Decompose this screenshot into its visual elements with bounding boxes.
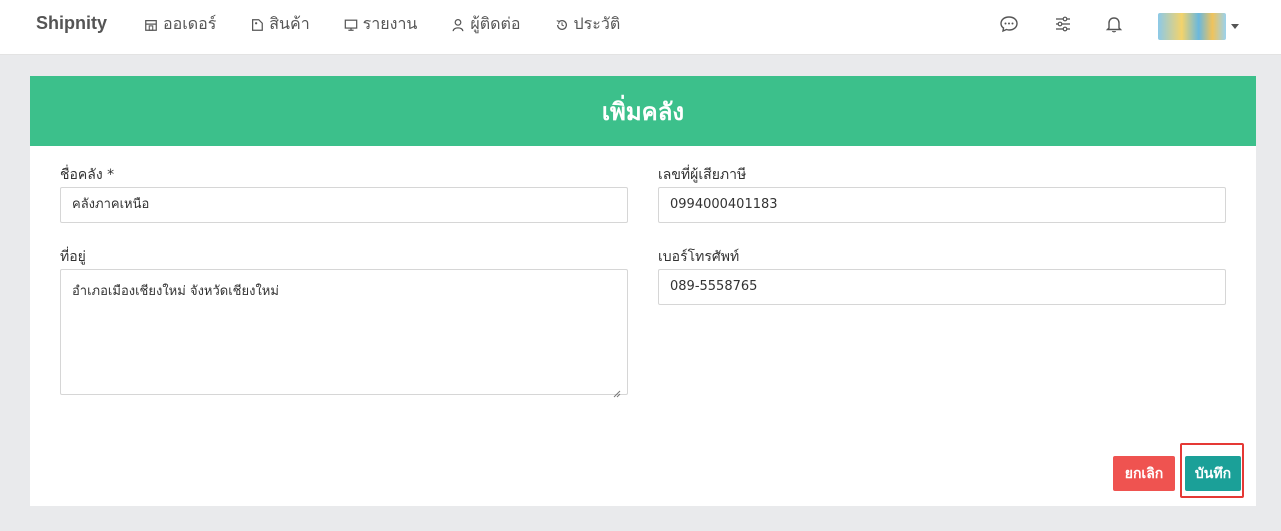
avatar[interactable] (1158, 13, 1226, 40)
store-icon (144, 17, 159, 32)
nav-item-label: ออเดอร์ (163, 13, 217, 33)
resize-handle-icon[interactable] (613, 383, 621, 398)
nav-item-contacts[interactable]: ผู้ติดต่อ (451, 12, 521, 36)
phone-label: เบอร์โทรศัพท์ (658, 249, 740, 265)
tax-id-input[interactable]: 0994000401183 (658, 187, 1226, 223)
chat-icon[interactable] (999, 14, 1019, 34)
tag-icon (250, 17, 265, 32)
nav-item-reports[interactable]: รายงาน (344, 12, 418, 36)
monitor-icon (344, 17, 359, 32)
nav-item-history[interactable]: ประวัติ (555, 12, 621, 36)
nav-item-label: ประวัติ (573, 13, 621, 33)
history-icon (555, 17, 570, 32)
save-button-highlight (1180, 443, 1244, 498)
nav-item-label: รายงาน (362, 13, 418, 33)
card-header: เพิ่มคลัง (30, 76, 1256, 146)
nav-item-orders[interactable]: ออเดอร์ (144, 12, 216, 36)
add-warehouse-card: เพิ่มคลัง ชื่อคลัง * คลังภาคเหนือ ที่อยู… (30, 76, 1256, 506)
user-icon (451, 17, 466, 32)
cancel-button[interactable]: ยกเลิก (1113, 456, 1175, 491)
tax-id-label: เลขที่ผู้เสียภาษี (658, 167, 747, 183)
brand-logo[interactable]: Shipnity (36, 13, 107, 34)
warehouse-name-input[interactable]: คลังภาคเหนือ (60, 187, 628, 223)
address-textarea[interactable]: อำเภอเมืองเชียงใหม่ จังหวัดเชียงใหม่ (60, 269, 628, 395)
warehouse-name-label: ชื่อคลัง * (60, 167, 115, 183)
address-label: ที่อยู่ (60, 249, 86, 265)
page-title: เพิ่มคลัง (601, 97, 685, 126)
chevron-down-icon[interactable] (1231, 24, 1239, 29)
nav-item-label: สินค้า (269, 13, 310, 33)
nav-item-label: ผู้ติดต่อ (470, 13, 521, 33)
top-navbar: Shipnity ออเดอร์ สินค้า รายงาน ผู้ติดต่อ (0, 0, 1281, 55)
bell-icon[interactable] (1104, 14, 1124, 34)
phone-input[interactable]: 089-5558765 (658, 269, 1226, 305)
nav-item-products[interactable]: สินค้า (250, 12, 310, 36)
main-nav: ออเดอร์ สินค้า รายงาน ผู้ติดต่อ ประวัติ (144, 12, 654, 36)
sliders-icon[interactable] (1053, 14, 1073, 34)
